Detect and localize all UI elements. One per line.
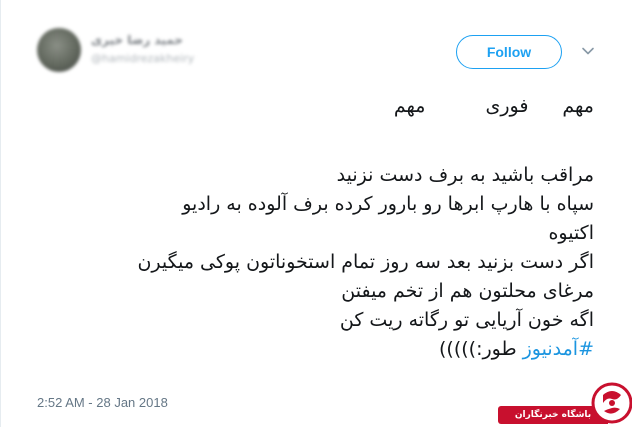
tweet-line: مرغای محلتون هم از تخم میفتن <box>341 280 594 302</box>
watermark: باشگاه خبرنگاران <box>498 377 632 427</box>
tweet-line: اگه خون آریایی تو رگاته ریت کن <box>339 309 594 331</box>
tweet-card: حمید رضا خیری @hamidrezakheiry Follow مه… <box>0 0 632 427</box>
tweet-text: مهمفوریمهم مراقب باشید به برف دست نزنید … <box>34 92 594 364</box>
tweet-line: سپاه با هارپ ابرها رو بارور کرده برف آلو… <box>182 193 594 215</box>
yjc-logo-icon <box>591 382 632 424</box>
follow-button[interactable]: Follow <box>456 35 562 69</box>
tweet-line: مراقب باشید به برف دست نزنید <box>336 164 594 186</box>
avatar[interactable] <box>37 28 81 72</box>
hashtag-line: #آمدنیوز طور:))))) <box>34 335 594 364</box>
urgent-word: مهم <box>562 95 594 117</box>
chevron-down-icon[interactable] <box>581 44 595 58</box>
tweet-timestamp[interactable]: 2:52 AM - 28 Jan 2018 <box>37 395 168 410</box>
author-display-name[interactable]: حمید رضا خیری <box>91 33 183 47</box>
urgent-word: مهم <box>393 95 426 117</box>
hashtag-suffix: طور:))))) <box>439 338 523 360</box>
author-handle[interactable]: @hamidrezakheiry <box>91 52 194 65</box>
tweet-line: اکتیوه <box>548 222 594 244</box>
urgent-line: مهم فوری مهم <box>34 92 594 121</box>
hashtag-link[interactable]: #آمدنیوز <box>523 338 594 360</box>
urgent-word: فوری <box>485 95 529 117</box>
tweet-line: اگر دست بزنید بعد سه روز تمام استخوناتون… <box>137 251 594 273</box>
watermark-text: باشگاه خبرنگاران <box>514 410 592 420</box>
